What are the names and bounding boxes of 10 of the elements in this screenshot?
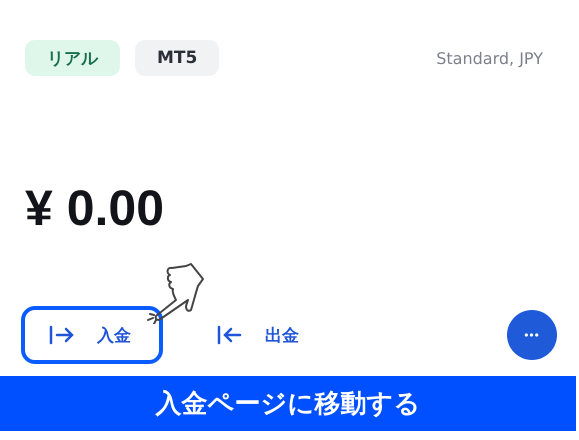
arrow-left-to-bar-icon xyxy=(217,325,243,345)
withdraw-button[interactable]: 出金 xyxy=(189,306,331,364)
balance-amount: ¥ 0.00 xyxy=(24,179,166,238)
caption-banner: 入金ページに移動する xyxy=(0,376,576,431)
more-button[interactable]: ••• xyxy=(507,310,557,360)
account-type: Standard, JPY xyxy=(436,48,543,68)
account-badge: MT5 xyxy=(135,40,220,76)
deposit-button[interactable]: 入金 xyxy=(21,306,163,364)
arrow-right-to-bar-icon xyxy=(49,325,75,345)
account-badge: リアル xyxy=(25,40,120,76)
